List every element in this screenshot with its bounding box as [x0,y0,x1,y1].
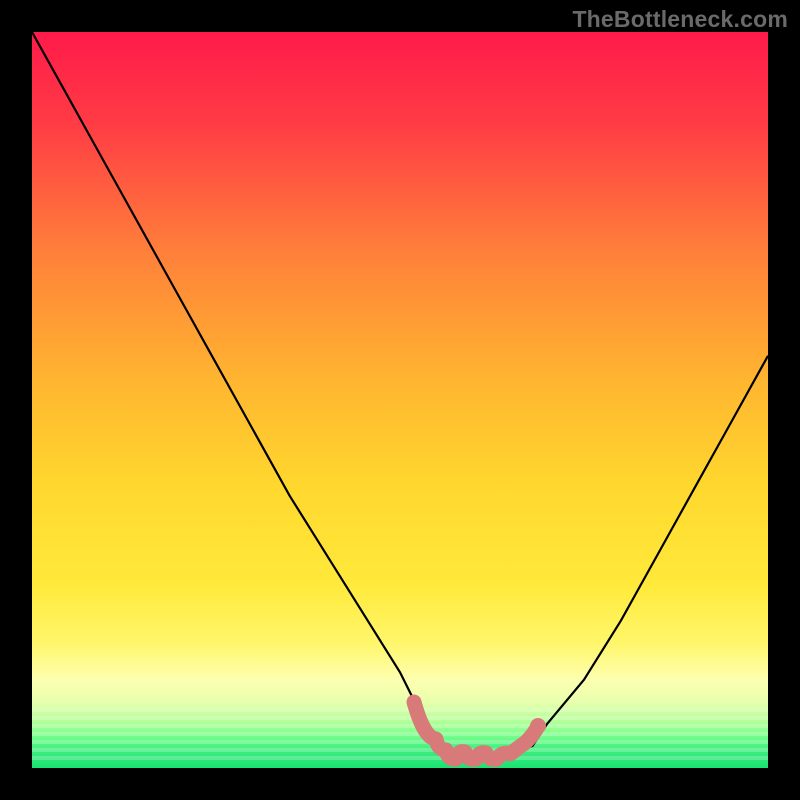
bottleneck-curve [32,32,768,768]
watermark-text: TheBottleneck.com [572,6,788,33]
curve-path [32,32,768,761]
optimal-zone-marker [414,702,538,759]
marker-point [530,718,546,734]
chart-frame: TheBottleneck.com [0,0,800,800]
plot-area [32,32,768,768]
